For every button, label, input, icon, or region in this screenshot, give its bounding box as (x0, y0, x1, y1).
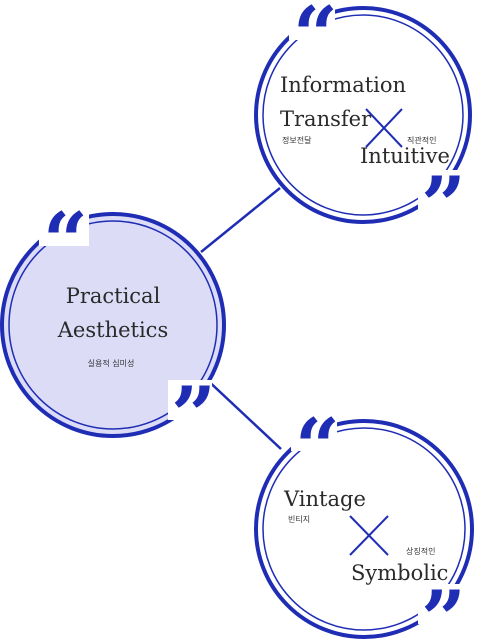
node-information-line3: Intuitive (360, 144, 450, 168)
node-vintage: “ ” Vintage 빈티지 상징적인 Symbolic (254, 402, 474, 641)
diagram-canvas: “ ” Practical Aesthetics 실용적 심미성 “ ” Inf… (0, 0, 477, 641)
connector-top (200, 187, 281, 253)
quote-close-icon: ” (421, 160, 466, 251)
node-vintage-korean-left: 빈티지 (288, 515, 310, 524)
node-practical-aesthetics: “ ” Practical Aesthetics 실용적 심미성 (0, 196, 226, 461)
quote-open-icon: “ (43, 196, 88, 287)
node-practical-line1: Practical (66, 284, 161, 308)
node-information-line1: Information (280, 73, 406, 97)
node-information-korean-left: 정보전달 (282, 135, 312, 145)
node-practical-korean: 실용적 심미성 (88, 358, 135, 368)
node-information-transfer: “ ” Information Transfer 정보전달 직관적인 Intui… (254, 0, 472, 251)
quote-open-icon: “ (295, 402, 340, 493)
node-vintage-line1: Vintage (283, 487, 366, 511)
quote-open-icon: “ (293, 0, 338, 81)
node-vintage-line2: Symbolic (351, 561, 448, 585)
cross-icon (349, 515, 389, 556)
quote-close-icon: ” (171, 370, 216, 461)
concept-diagram: “ ” Practical Aesthetics 실용적 심미성 “ ” Inf… (0, 0, 474, 641)
cross-icon (365, 108, 403, 148)
node-vintage-korean-right: 상징적인 (406, 546, 435, 556)
node-information-line2: Transfer (280, 107, 372, 131)
node-practical-line2: Aesthetics (57, 318, 168, 342)
